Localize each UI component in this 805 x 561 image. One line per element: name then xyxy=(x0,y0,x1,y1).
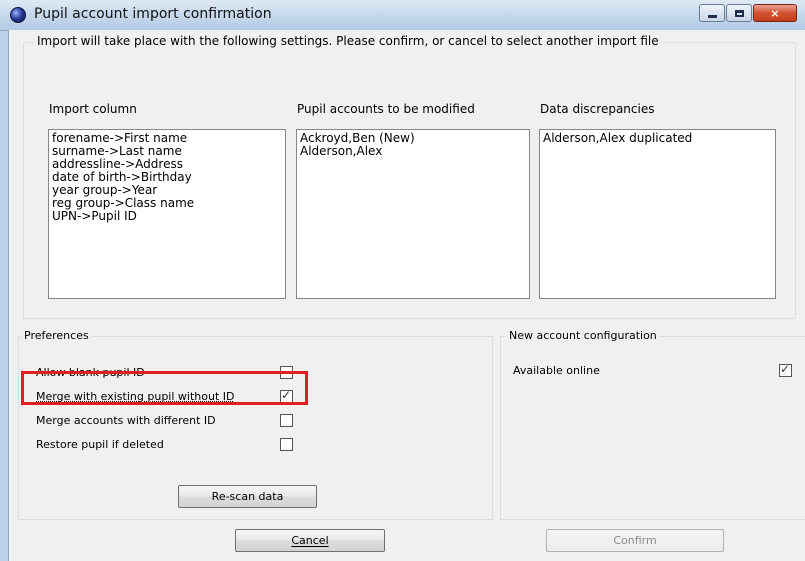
dialog-window: Pupil account import confirmation × Impo… xyxy=(0,0,805,561)
merge-different-id-label: Merge accounts with different ID xyxy=(36,414,216,427)
settings-group: Import will take place with the followin… xyxy=(23,34,796,319)
settings-legend: Import will take place with the followin… xyxy=(34,34,662,48)
title-bar[interactable]: Pupil account import confirmation × xyxy=(0,0,805,31)
dialog-client-area: Import will take place with the followin… xyxy=(8,30,805,561)
minimize-button[interactable] xyxy=(699,4,725,22)
new-account-group: New account configuration Available onli… xyxy=(500,329,805,520)
import-column-header: Import column xyxy=(49,102,137,116)
window-controls: × xyxy=(698,4,797,24)
discrepancies-list[interactable]: Alderson,Alex duplicated xyxy=(539,129,776,299)
restore-deleted-label: Restore pupil if deleted xyxy=(36,438,164,451)
list-item[interactable]: Alderson,Alex duplicated xyxy=(543,132,772,145)
maximize-icon xyxy=(734,9,744,17)
import-column-list[interactable]: forename->First name surname->Last name … xyxy=(48,129,286,299)
confirm-button-label: Confirm xyxy=(613,534,657,547)
merge-different-id-checkbox[interactable] xyxy=(280,414,293,427)
discrepancies-header: Data discrepancies xyxy=(540,102,655,116)
preferences-legend: Preferences xyxy=(21,329,92,342)
minimize-icon xyxy=(707,14,717,18)
accounts-modified-list[interactable]: Ackroyd,Ben (New) Alderson,Alex xyxy=(296,129,530,299)
accounts-modified-header: Pupil accounts to be modified xyxy=(297,102,475,116)
new-account-legend: New account configuration xyxy=(506,329,660,342)
cancel-button[interactable]: Cancel xyxy=(235,529,385,552)
close-icon: × xyxy=(770,6,780,20)
app-icon xyxy=(10,7,26,23)
list-item[interactable]: Alderson,Alex xyxy=(300,145,526,158)
window-title: Pupil account import confirmation xyxy=(34,6,272,22)
maximize-button[interactable] xyxy=(726,4,752,22)
available-online-label: Available online xyxy=(513,364,600,377)
confirm-button[interactable]: Confirm xyxy=(546,529,724,552)
restore-deleted-checkbox[interactable] xyxy=(280,438,293,451)
available-online-checkbox[interactable]: ✓ xyxy=(779,362,792,377)
preferences-group: Preferences Allow blank pupil ID Merge w… xyxy=(18,329,493,520)
rescan-data-button[interactable]: Re-scan data xyxy=(178,485,317,508)
list-item[interactable]: UPN->Pupil ID xyxy=(52,210,282,223)
annotation-highlight xyxy=(21,371,308,405)
cancel-button-label: Cancel xyxy=(291,534,329,547)
close-button[interactable]: × xyxy=(753,4,797,22)
checkmark-icon: ✓ xyxy=(780,362,791,376)
